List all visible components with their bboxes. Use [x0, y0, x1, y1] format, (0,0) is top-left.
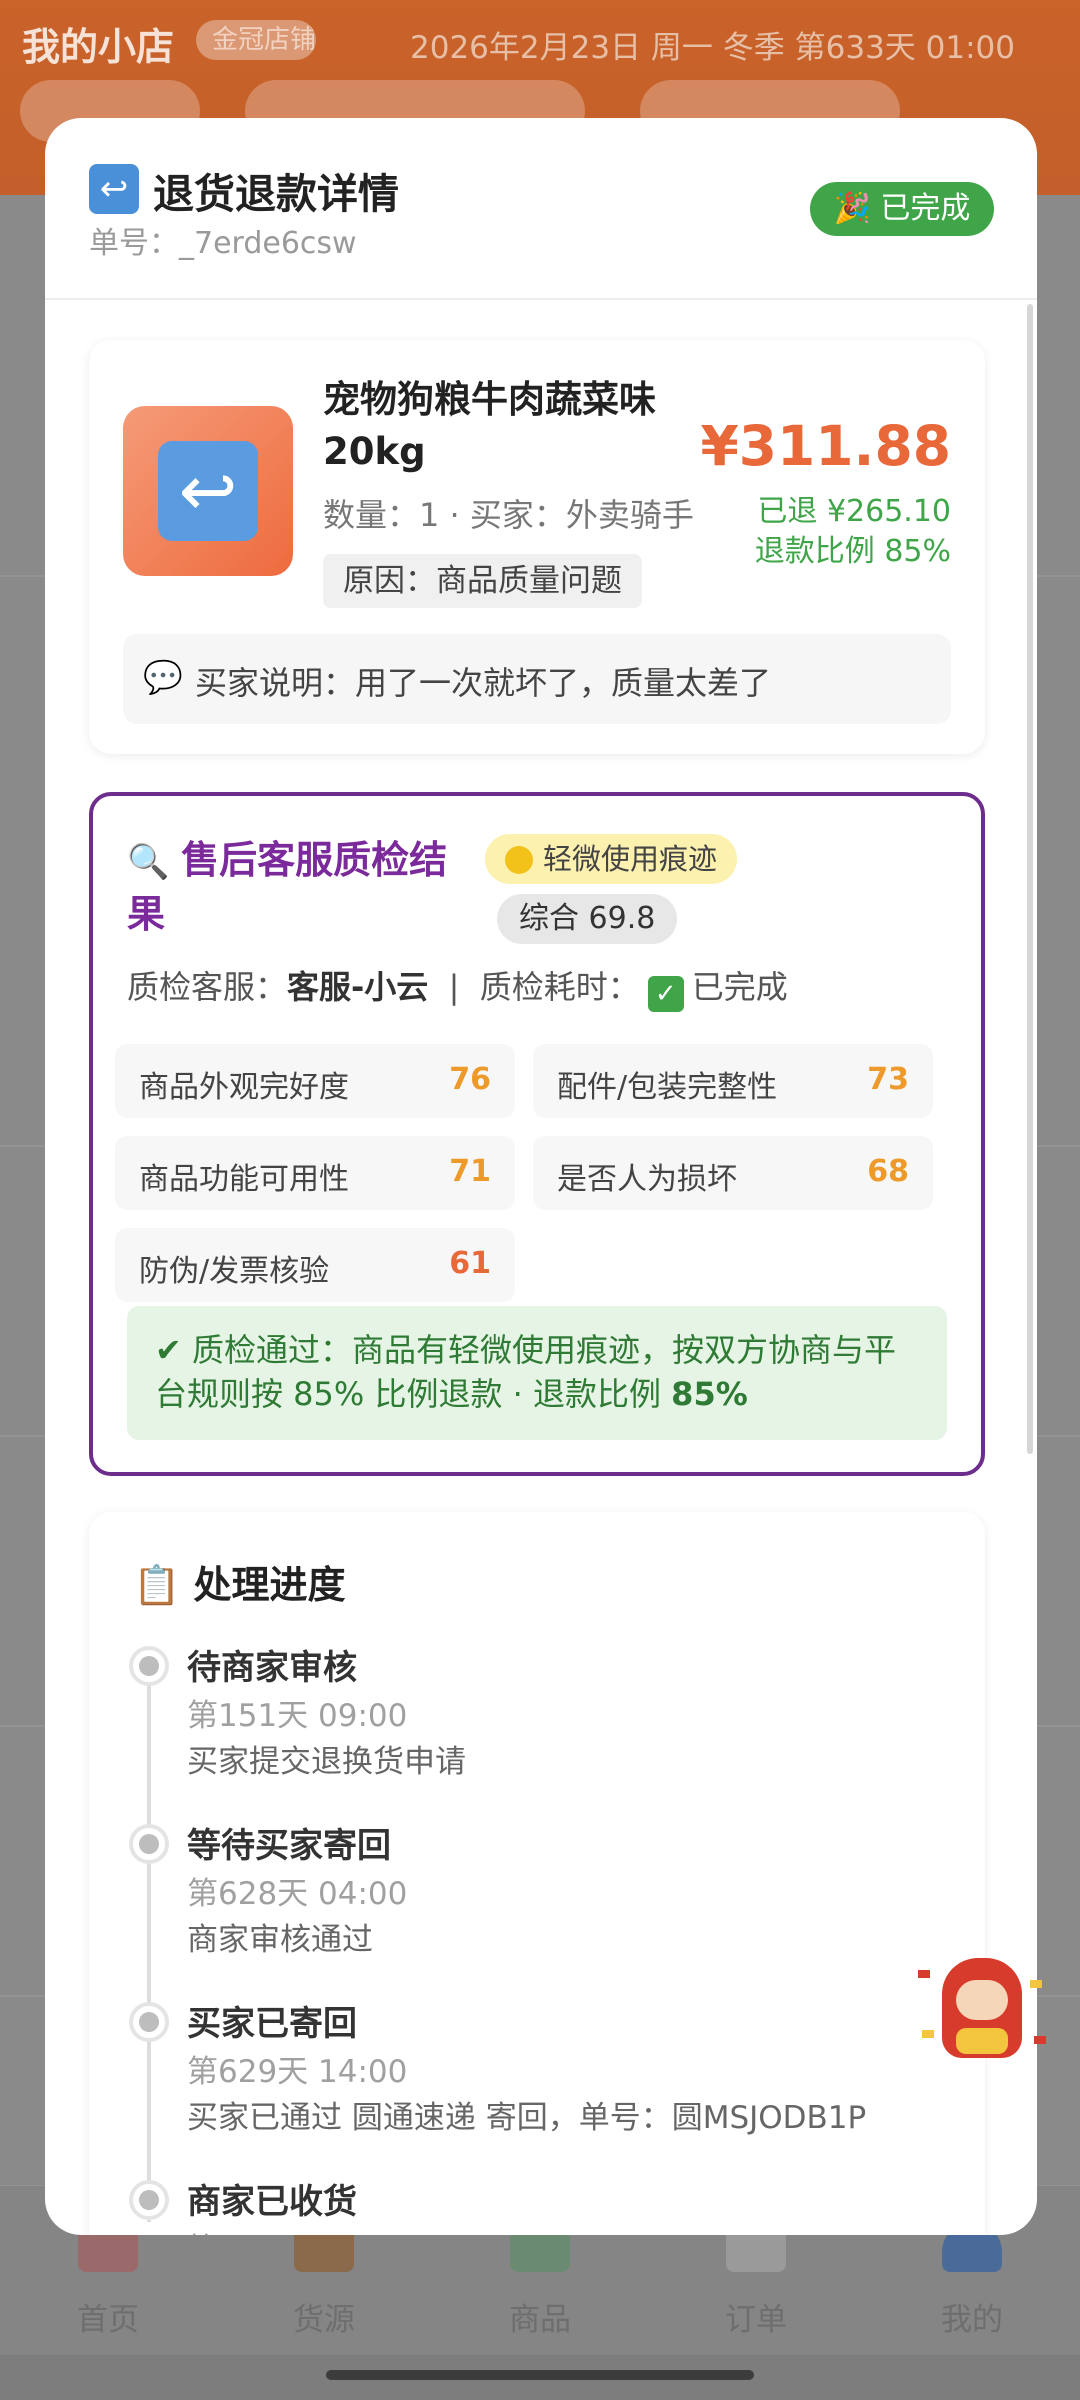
- qc-title: 🔍 售后客服质检结果: [127, 834, 477, 940]
- qc-inspector: 客服-小云: [287, 968, 429, 1006]
- product-image: ↩: [123, 406, 293, 576]
- home-indicator[interactable]: [326, 2370, 754, 2380]
- confetti-icon: [1030, 1980, 1042, 1988]
- product-name: 宠物狗粮牛肉蔬菜味20kg: [323, 378, 656, 473]
- step-name: 等待买家寄回: [187, 1826, 391, 1866]
- nav-label: 我的: [941, 2302, 1003, 2338]
- qc-pass-banner: ✔ 质检通过：商品有轻微使用痕迹，按双方协商与平台规则按 85% 比例退款 · …: [127, 1306, 947, 1440]
- qc-condition-badge: 轻微使用痕迹: [485, 834, 738, 884]
- step-desc: 买家已通过 圆通速递 寄回，单号：圆MSJODB1P: [187, 2100, 867, 2136]
- buyer-note: 💬 买家说明：用了一次就坏了，质量太差了: [123, 634, 951, 724]
- qc-item: 防伪/发票核验 61: [115, 1228, 515, 1302]
- qc-duration-label: 质检耗时：: [479, 968, 640, 1006]
- nav-label: 商品: [509, 2302, 571, 2338]
- qc-duration-value: 已完成: [691, 968, 788, 1006]
- confetti-icon: [918, 1970, 930, 1978]
- step-name: 商家已收货: [187, 2182, 357, 2222]
- qc-item: 配件/包装完整性 73: [533, 1044, 933, 1118]
- timeline-step: 待商家审核 第151天 09:00 买家提交退换货申请: [89, 1640, 985, 1820]
- progress-title: 📋 处理进度: [133, 1554, 346, 1609]
- step-name: 买家已寄回: [187, 2004, 357, 2044]
- app-title: 我的小店: [22, 25, 175, 69]
- shop-badge: 金冠店铺: [196, 20, 316, 60]
- qc-item: 商品功能可用性 71: [115, 1136, 515, 1210]
- qc-info-line: 质检客服：客服-小云 | 质检耗时： ✓ 已完成: [127, 962, 788, 1012]
- progress-title-text: 处理进度: [193, 1563, 346, 1607]
- qc-item-label: 配件/包装完整性: [557, 1070, 778, 1105]
- qc-item-label: 是否人为损坏: [557, 1162, 737, 1197]
- order-number: 单号：_7erde6csw: [89, 226, 357, 261]
- timeline-dot: [129, 1646, 169, 1686]
- product-card: ↩ 宠物狗粮牛肉蔬菜味20kg 数量：1 · 买家：外卖骑手 原因：商品质量问题…: [89, 340, 985, 754]
- qc-item-score: 68: [867, 1154, 909, 1189]
- nav-label: 首页: [77, 2302, 139, 2338]
- qc-badge-text: 轻微使用痕迹: [543, 842, 718, 876]
- timeline-step: 商家已收货 第630天 14:00: [89, 2174, 985, 2235]
- refund-detail-modal: ↩ 退货退款详情 单号：_7erde6csw 🎉 已完成 ↩ 宠物狗粮牛肉蔬菜味…: [45, 118, 1037, 2235]
- qc-overall-score: 综合 69.8: [497, 894, 678, 944]
- speech-bubble-icon: 💬: [143, 658, 183, 696]
- return-arrow-icon: ↩: [158, 441, 258, 541]
- refunded-amount: 已退 ¥265.10: [757, 494, 951, 529]
- lucky-draw-float-button[interactable]: [912, 1950, 1052, 2070]
- step-desc: 买家提交退换货申请: [187, 1744, 466, 1780]
- clipboard-icon: 📋: [133, 1563, 194, 1607]
- mascot-face: [956, 1980, 1008, 2020]
- confetti-icon: [1034, 2036, 1046, 2044]
- timeline-dot: [129, 1824, 169, 1864]
- scrollbar[interactable]: [1027, 304, 1033, 1454]
- yellow-dot-icon: [505, 846, 533, 874]
- qc-item-label: 商品功能可用性: [139, 1162, 349, 1197]
- return-reason-tag: 原因：商品质量问题: [323, 554, 642, 608]
- qc-inspector-label: 质检客服：: [127, 968, 288, 1006]
- step-time: 第628天 04:00: [187, 1876, 408, 1912]
- return-arrow-icon: ↩: [89, 164, 139, 214]
- qc-result-card: 🔍 售后客服质检结果 轻微使用痕迹 综合 69.8 质检客服：客服-小云 | 质…: [89, 792, 985, 1476]
- qc-item-score: 73: [867, 1062, 909, 1097]
- qc-item-score: 61: [449, 1246, 491, 1281]
- qc-item: 商品外观完好度 76: [115, 1044, 515, 1118]
- qc-result-ratio: 85%: [671, 1375, 748, 1413]
- nav-label: 货源: [293, 2302, 355, 2338]
- modal-header: ↩ 退货退款详情 单号：_7erde6csw 🎉 已完成: [45, 118, 1037, 300]
- progress-card: 📋 处理进度 待商家审核 第151天 09:00 买家提交退换货申请 等待买家寄…: [89, 1512, 985, 2235]
- step-time: 第151天 09:00: [187, 1698, 408, 1734]
- timeline-step: 等待买家寄回 第628天 04:00 商家审核通过: [89, 1818, 985, 1998]
- qc-item-label: 商品外观完好度: [139, 1070, 349, 1105]
- timeline-dot: [129, 2180, 169, 2220]
- qc-item-score: 71: [449, 1154, 491, 1189]
- check-icon: ✓: [647, 976, 684, 1012]
- qc-item: 是否人为损坏 68: [533, 1136, 933, 1210]
- status-badge: 🎉 已完成: [810, 182, 994, 236]
- timeline-dot: [129, 2002, 169, 2042]
- qc-item-label: 防伪/发票核验: [139, 1254, 330, 1289]
- gold-ingot-icon: [956, 2028, 1008, 2054]
- nav-label: 订单: [725, 2302, 787, 2338]
- buyer-note-text: 买家说明：用了一次就坏了，质量太差了: [195, 664, 772, 702]
- modal-title: 退货退款详情: [153, 170, 399, 218]
- step-time: 第630天 14:00: [187, 2224, 407, 2235]
- timeline-step: 买家已寄回 第629天 14:00 买家已通过 圆通速递 寄回，单号：圆MSJO…: [89, 1996, 985, 2176]
- step-time: 第629天 14:00: [187, 2054, 408, 2090]
- refund-ratio: 退款比例 85%: [754, 534, 951, 569]
- date-status-line: 2026年2月23日 周一 冬季 第633天 01:00: [410, 30, 1015, 66]
- product-meta: 数量：1 · 买家：外卖骑手: [323, 496, 694, 534]
- magnifier-icon: 🔍: [127, 842, 182, 882]
- qc-item-score: 76: [449, 1062, 491, 1097]
- qc-result-text: ✔ 质检通过：商品有轻微使用痕迹，按双方协商与平台规则按 85% 比例退款 · …: [155, 1331, 896, 1413]
- product-price: ¥311.88: [700, 414, 951, 478]
- confetti-icon: [922, 2030, 934, 2038]
- step-name: 待商家审核: [187, 1648, 357, 1688]
- step-desc: 商家审核通过: [187, 1922, 373, 1958]
